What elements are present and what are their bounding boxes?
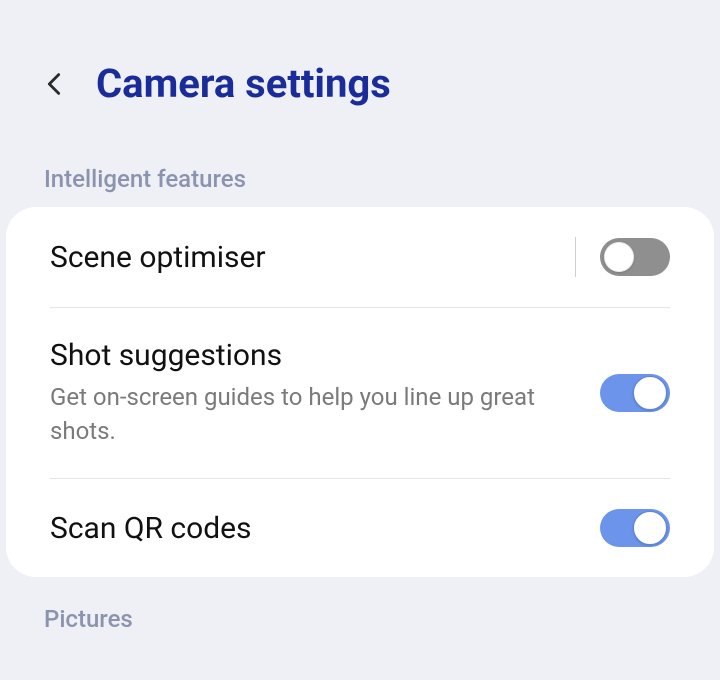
section-label-pictures: Pictures [0,577,720,647]
divider [575,237,576,277]
row-scene-optimiser[interactable]: Scene optimiser [50,207,670,308]
back-icon[interactable] [40,70,68,98]
section-label-intelligent: Intelligent features [0,147,720,207]
page-title: Camera settings [96,60,391,107]
scan-qr-codes-title: Scan QR codes [50,511,600,546]
header: Camera settings [0,0,720,147]
shot-suggestions-toggle[interactable] [600,374,670,412]
scene-optimiser-title: Scene optimiser [50,240,575,275]
shot-suggestions-title: Shot suggestions [50,338,600,373]
row-scan-qr-codes[interactable]: Scan QR codes [50,479,670,577]
shot-suggestions-desc: Get on-screen guides to help you line up… [50,381,540,448]
row-shot-suggestions[interactable]: Shot suggestions Get on-screen guides to… [50,308,670,479]
intelligent-features-panel: Scene optimiser Shot suggestions Get on-… [6,207,714,577]
scene-optimiser-toggle[interactable] [600,238,670,276]
scan-qr-codes-toggle[interactable] [600,509,670,547]
